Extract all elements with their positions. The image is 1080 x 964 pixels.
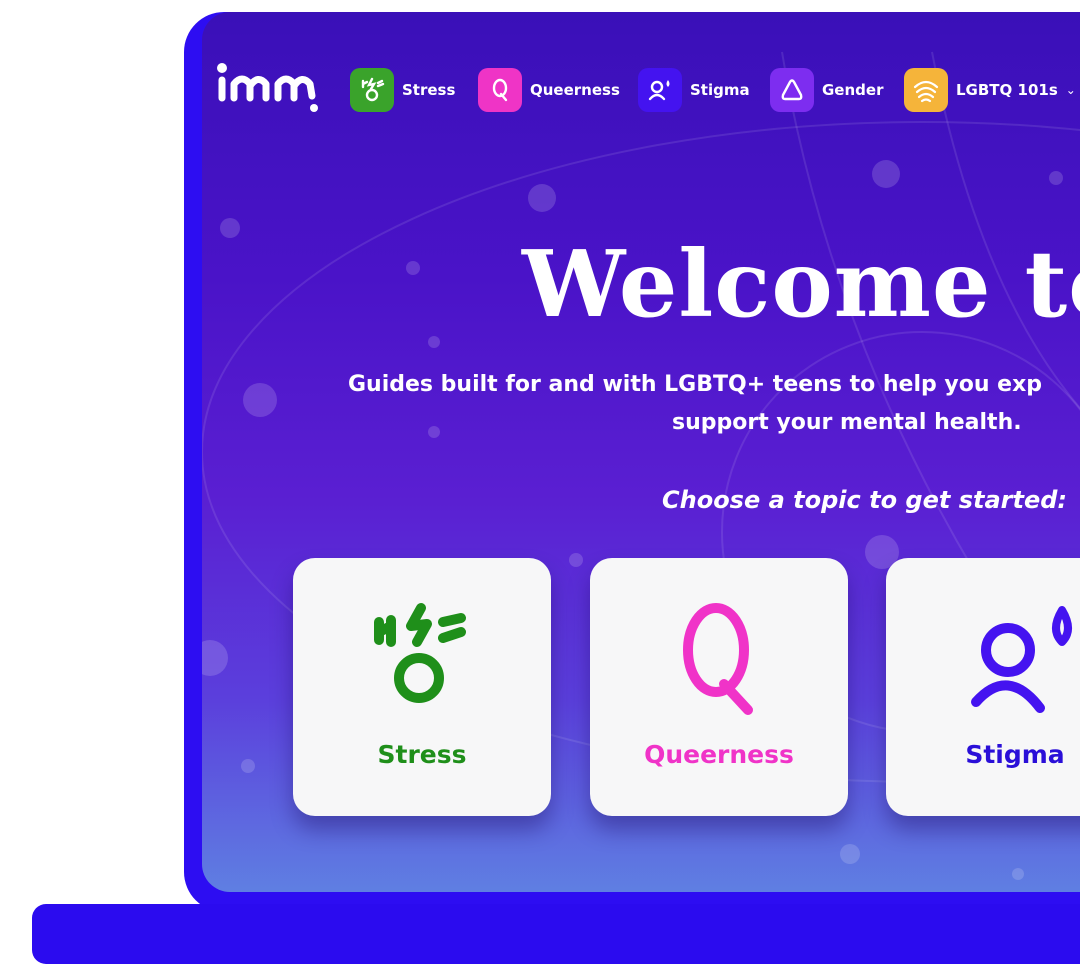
nav-label-lgbtq-101s: LGBTQ 101s bbox=[956, 81, 1058, 99]
nav-label-queerness: Queerness bbox=[530, 81, 620, 99]
nav-label-stigma: Stigma bbox=[690, 81, 750, 99]
laptop-base bbox=[32, 904, 1080, 964]
card-label-stigma: Stigma bbox=[965, 740, 1065, 769]
nav-label-stress: Stress bbox=[402, 81, 456, 99]
subtitle-line-2: support your mental health. bbox=[672, 410, 1022, 435]
nav-label-gender: Gender bbox=[822, 81, 884, 99]
chevron-down-icon[interactable]: ⌄ bbox=[1066, 83, 1076, 97]
topic-card-stress[interactable]: Stress bbox=[293, 558, 551, 816]
queerness-icon bbox=[478, 68, 522, 112]
page-title: Welcome to i bbox=[522, 230, 1080, 338]
topic-card-stigma[interactable]: Stigma bbox=[886, 558, 1080, 816]
subtitle-line-1: Guides built for and with LGBTQ+ teens t… bbox=[348, 372, 1043, 397]
card-label-queerness: Queerness bbox=[644, 740, 794, 769]
card-label-stress: Stress bbox=[377, 740, 467, 769]
imi-logo[interactable] bbox=[214, 56, 324, 112]
lgbtq-101s-icon bbox=[904, 68, 948, 112]
queerness-icon bbox=[683, 603, 753, 715]
stress-icon bbox=[350, 68, 394, 112]
stigma-icon bbox=[638, 68, 682, 112]
nav-item-lgbtq-101s[interactable]: LGBTQ 101s ⌄ bbox=[904, 68, 1076, 112]
stress-icon bbox=[374, 603, 466, 703]
nav-item-stigma[interactable]: Stigma bbox=[638, 68, 750, 112]
topic-card-queerness[interactable]: Queerness bbox=[590, 558, 848, 816]
top-navigation: Stress Queerness Stigma Gender LGBTQ 101 bbox=[202, 12, 1080, 152]
topic-prompt: Choose a topic to get started: bbox=[662, 486, 1068, 514]
nav-item-gender[interactable]: Gender bbox=[770, 68, 883, 112]
nav-item-queerness[interactable]: Queerness bbox=[478, 68, 620, 112]
gender-icon bbox=[770, 68, 814, 112]
stigma-icon bbox=[971, 606, 1072, 713]
laptop-screen: Stress Queerness Stigma Gender LGBTQ 101 bbox=[202, 12, 1080, 892]
nav-item-stress[interactable]: Stress bbox=[350, 68, 455, 112]
